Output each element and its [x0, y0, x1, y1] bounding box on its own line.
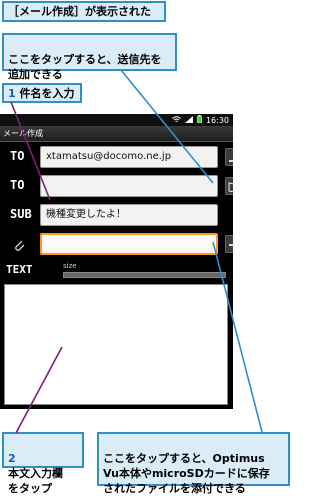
add-destination-text: ここをタップすると、送信先を 追加できる — [8, 53, 162, 81]
status-bar: 16:30 — [0, 114, 233, 126]
paperclip-icon — [12, 237, 26, 256]
step1-number: 1 — [8, 87, 16, 100]
screen-title: メール作成 — [0, 126, 233, 142]
to-field-2[interactable] — [40, 175, 218, 197]
to-label-2: TO — [10, 178, 25, 192]
attachment-field[interactable] — [40, 233, 218, 255]
step2-text: 本文入力欄 をタップ — [8, 467, 63, 495]
text-label: TEXT — [6, 263, 33, 276]
status-time: 16:30 — [205, 115, 229, 125]
attach-callout-text: ここをタップすると、Optimus Vu本体やmicroSDカードに保存 された… — [103, 452, 270, 495]
step1-text: 件名を入力 — [19, 87, 75, 100]
header-callout: ［メール作成］が表示された — [2, 1, 166, 22]
remove-destination-button[interactable] — [225, 148, 233, 166]
subject-row: SUB 機種変更したよ！ — [0, 201, 233, 229]
step2-callout: 2 本文入力欄 をタップ — [2, 432, 84, 495]
wifi-icon — [172, 115, 181, 125]
to-row-1: TO xtamatsu@docomo.ne.jp — [0, 143, 233, 171]
subject-label: SUB — [10, 207, 32, 221]
address-book-button[interactable] — [225, 177, 233, 195]
book-icon — [228, 177, 233, 196]
phone-screen: 16:30 メール作成 TO xtamatsu@docomo.ne.jp TO … — [0, 114, 233, 409]
step2-number: 2 — [8, 452, 16, 465]
minus-icon — [229, 148, 233, 167]
plus-icon — [229, 235, 233, 254]
size-meter — [63, 272, 226, 278]
to-row-2: TO — [0, 172, 233, 200]
to-label: TO — [10, 149, 25, 163]
attach-callout: ここをタップすると、Optimus Vu本体やmicroSDカードに保存 された… — [97, 432, 290, 495]
body-text-area[interactable] — [4, 284, 228, 405]
attachment-row — [0, 230, 233, 258]
battery-icon — [197, 115, 202, 125]
add-attachment-button[interactable] — [225, 235, 233, 253]
to-field-1[interactable]: xtamatsu@docomo.ne.jp — [40, 146, 218, 168]
text-header-row: TEXT size — [0, 259, 233, 281]
add-destination-callout: ここをタップすると、送信先を 追加できる — [2, 33, 177, 81]
subject-field[interactable]: 機種変更したよ！ — [40, 204, 218, 226]
signal-icon — [184, 115, 193, 125]
size-label: size — [63, 262, 77, 270]
step1-callout: 1 件名を入力 — [2, 83, 82, 103]
header-label: ［メール作成］が表示された — [8, 5, 151, 18]
